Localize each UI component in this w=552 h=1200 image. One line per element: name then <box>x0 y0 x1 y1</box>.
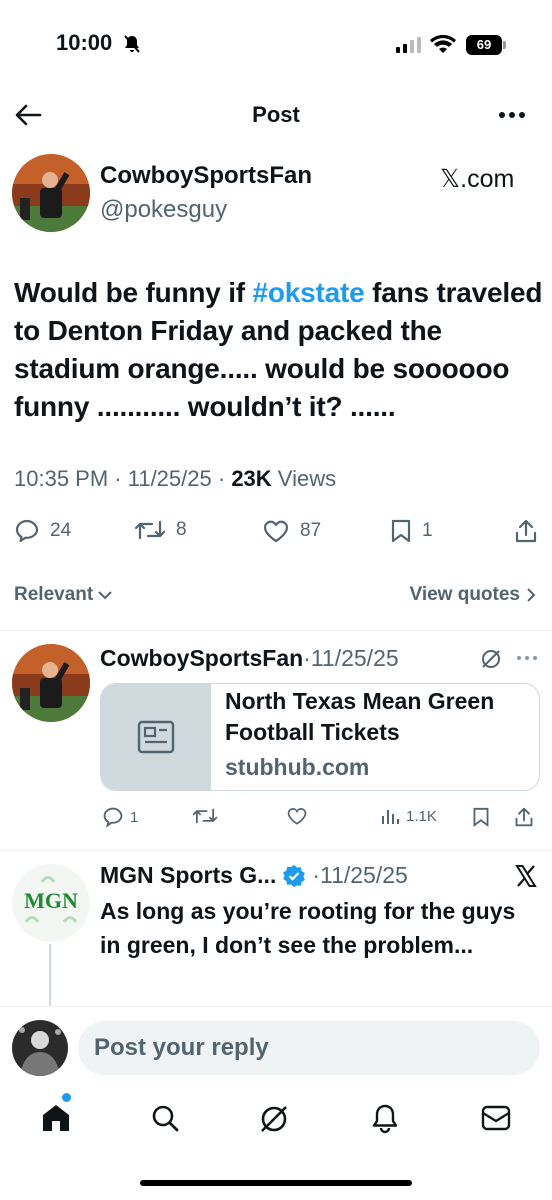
mgn-avatar[interactable]: MGN <box>12 864 90 942</box>
grok-tab[interactable] <box>258 1103 290 1135</box>
reply-icon <box>103 807 123 828</box>
bookmark-count: 1 <box>422 520 433 541</box>
repost-button[interactable]: 8 <box>134 518 187 542</box>
reply-author-name: CowboySportsFan <box>100 645 304 671</box>
reply-button[interactable]: 24 <box>14 518 71 544</box>
reply-input[interactable]: Post your reply <box>78 1021 540 1075</box>
verified-badge-icon <box>283 864 306 887</box>
notifications-tab[interactable] <box>370 1102 400 1134</box>
my-avatar[interactable] <box>12 1020 68 1076</box>
reply-avatar[interactable] <box>12 644 90 722</box>
post-text-before: Would be funny if <box>14 277 253 308</box>
divider <box>0 850 552 851</box>
views-count: 23K <box>231 466 272 491</box>
battery-indicator: 69 <box>466 35 502 55</box>
status-time: 10:00 <box>56 30 113 55</box>
mail-icon <box>481 1105 511 1131</box>
home-icon <box>43 1105 69 1131</box>
share-icon <box>515 519 537 543</box>
repost-icon <box>134 520 166 540</box>
reply1-views[interactable]: 1.1K <box>380 806 437 826</box>
view-quotes-label: View quotes <box>409 584 520 605</box>
search-tab[interactable] <box>150 1103 180 1133</box>
page-title: Post <box>252 102 300 127</box>
sort-label: Relevant <box>14 584 94 605</box>
bookmark-button[interactable]: 1 <box>390 518 433 544</box>
signal-icon <box>396 37 422 53</box>
bell-icon <box>372 1104 398 1134</box>
divider <box>0 1006 552 1007</box>
heart-icon <box>287 808 307 825</box>
reply2-date: ·11/25/25 <box>312 862 408 888</box>
views-label: Views <box>277 466 337 491</box>
battery-cap <box>503 41 506 49</box>
view-quotes-link[interactable]: View quotes <box>409 584 536 606</box>
reply-more-icon[interactable] <box>516 655 538 661</box>
like-button[interactable]: 87 <box>262 518 321 544</box>
thread-line <box>49 944 51 1014</box>
heart-icon <box>263 520 289 543</box>
x-logo-icon <box>514 864 538 888</box>
reply1-reply-button[interactable]: 1 <box>102 806 138 828</box>
repost-icon <box>192 808 218 824</box>
reply1-like-button[interactable] <box>286 806 308 826</box>
share-button[interactable] <box>514 518 538 544</box>
card-title: North Texas Mean Green Football Tickets <box>225 688 495 745</box>
analytics-icon <box>382 810 399 824</box>
divider <box>0 630 552 631</box>
reply-icon <box>15 519 39 543</box>
reply1-reply-count: 1 <box>130 808 139 826</box>
repost-count: 8 <box>176 519 187 540</box>
silent-bell-icon <box>122 34 142 54</box>
reply-count: 24 <box>50 520 72 541</box>
notification-dot <box>62 1093 71 1102</box>
reply1-views-count: 1.1K <box>406 807 437 825</box>
post-time: 10:35 PM <box>14 466 109 491</box>
messages-tab[interactable] <box>480 1104 512 1132</box>
grok-icon <box>261 1106 287 1132</box>
reply1-bookmark-button[interactable] <box>472 806 490 828</box>
like-count: 87 <box>300 520 322 541</box>
article-icon <box>137 720 175 754</box>
card-domain: stubhub.com <box>225 754 370 780</box>
mgn-logo-text: MGN <box>24 888 78 913</box>
link-card[interactable]: North Texas Mean Green Football Tickets … <box>100 683 540 791</box>
bookmark-icon <box>473 807 489 827</box>
post-meta: 10:35 PM · 11/25/25 · 23K Views <box>14 466 337 491</box>
sort-dropdown[interactable]: Relevant <box>14 584 113 606</box>
grok-icon[interactable] <box>480 648 502 670</box>
post-date: 11/25/25 <box>127 466 212 491</box>
author-name[interactable]: CowboySportsFan <box>100 162 312 190</box>
hashtag-link[interactable]: #okstate <box>253 277 365 308</box>
chevron-down-icon <box>98 591 112 600</box>
reply2-text: As long as you’re rooting for the guys i… <box>100 898 516 958</box>
reply1-share-button[interactable] <box>514 806 534 828</box>
more-options-icon[interactable] <box>498 110 526 120</box>
bookmark-icon <box>391 519 411 543</box>
source-label: 𝕏.com <box>440 165 515 193</box>
reply-author[interactable]: CowboySportsFan·11/25/25 <box>100 645 399 672</box>
reply2-author-name: MGN Sports G... <box>100 862 277 888</box>
post-text: Would be funny if #okstate fans traveled… <box>14 274 544 426</box>
wifi-icon <box>430 35 456 55</box>
reply-date: ·11/25/25 <box>303 645 399 671</box>
home-tab[interactable] <box>40 1102 72 1134</box>
author-handle[interactable]: @pokesguy <box>100 196 227 224</box>
search-icon <box>152 1105 179 1132</box>
share-icon <box>515 807 533 827</box>
author-avatar[interactable] <box>12 154 90 232</box>
card-thumbnail <box>101 684 211 790</box>
chevron-right-icon <box>527 588 536 602</box>
reply1-repost-button[interactable] <box>192 806 218 826</box>
reply2-author[interactable]: MGN Sports G... ·11/25/25 <box>100 862 408 889</box>
home-indicator <box>140 1180 412 1186</box>
